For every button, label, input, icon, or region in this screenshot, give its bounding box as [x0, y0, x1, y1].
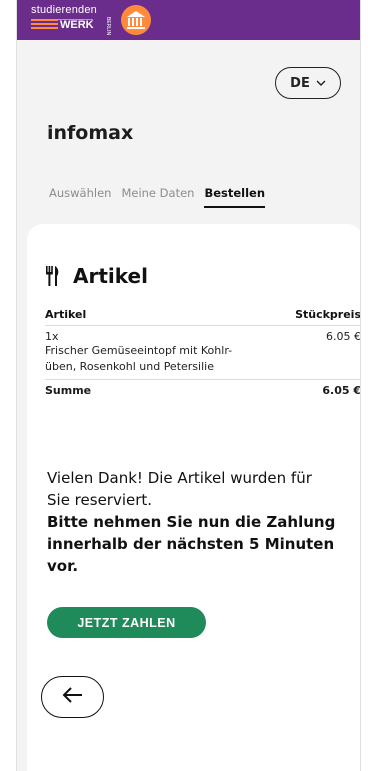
section-title: Artikel	[73, 264, 148, 288]
item-name: Frischer Gemüseeintopf mit Kohlr- üben, …	[45, 344, 233, 373]
column-header-artikel: Artikel	[45, 308, 87, 321]
logo-side-text: BERLIN	[105, 17, 111, 36]
tab-auswaehlen[interactable]: Auswählen	[49, 186, 111, 208]
language-select[interactable]: DE	[275, 67, 341, 99]
chevron-down-icon	[316, 78, 326, 89]
confirmation-text: Vielen Dank! Die Artikel wurden für Sie …	[47, 469, 312, 509]
logo-top-text: studierenden	[31, 4, 98, 16]
tab-meine-daten[interactable]: Meine Daten	[121, 186, 194, 208]
arrow-left-icon	[62, 687, 84, 707]
table-header-row: Artikel Stückpreis	[45, 304, 361, 326]
page-title: infomax	[47, 122, 134, 144]
pay-now-button[interactable]: JETZT ZAHLEN	[47, 607, 206, 638]
language-value: DE	[290, 75, 310, 91]
sum-row: Summe 6.05 €	[45, 380, 361, 401]
app-frame: studierenden WERK BERLIN DE infomax Ausw…	[16, 0, 361, 771]
item-price: 6.05 €	[326, 330, 361, 343]
payment-instruction: Bitte nehmen Sie nun die Zahlung innerha…	[47, 513, 336, 575]
tab-bestellen[interactable]: Bestellen	[204, 186, 266, 208]
section-header: Artikel	[45, 264, 148, 288]
cutlery-icon	[45, 266, 61, 286]
table-row: 1x 6.05 € Frischer Gemüseeintopf mit Koh…	[45, 326, 361, 380]
item-quantity: 1x	[45, 330, 59, 343]
sum-value: 6.05 €	[322, 384, 361, 397]
step-tabs: Auswählen Meine Daten Bestellen	[49, 186, 266, 208]
confirmation-message: Vielen Dank! Die Artikel wurden für Sie …	[47, 467, 337, 577]
logo-bottom-text: WERK	[58, 19, 96, 31]
studierendenwerk-logo[interactable]: studierenden WERK BERLIN	[31, 5, 161, 35]
order-table: Artikel Stückpreis 1x 6.05 € Frischer Ge…	[45, 304, 361, 401]
top-bar: studierenden WERK BERLIN	[17, 0, 360, 40]
back-button[interactable]	[41, 676, 104, 718]
logo-building-icon	[121, 5, 151, 35]
sum-label: Summe	[45, 384, 92, 397]
column-header-stueckpreis: Stückpreis	[295, 308, 361, 321]
